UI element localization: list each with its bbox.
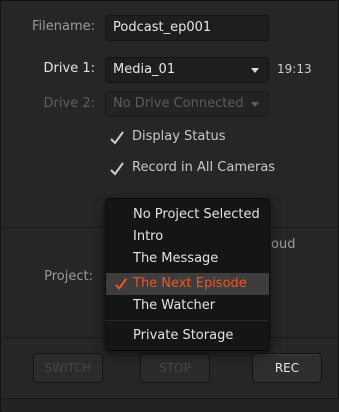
record-settings-panel: Filename: Podcast_ep001 Drive 1: Media_0… xyxy=(0,0,339,412)
footer-strip xyxy=(2,398,339,412)
dropdown-item[interactable]: The Message xyxy=(106,248,269,270)
chevron-down-icon xyxy=(251,102,259,107)
check-icon xyxy=(110,131,124,145)
dropdown-item[interactable]: Intro xyxy=(106,226,269,248)
rec-button[interactable]: REC xyxy=(252,353,322,383)
check-icon xyxy=(110,162,124,176)
drive1-value: Media_01 xyxy=(113,62,176,77)
project-dropdown-menu[interactable]: No Project Selected Intro The Message Th… xyxy=(105,198,270,351)
dropdown-item[interactable]: The Watcher xyxy=(106,295,269,317)
record-all-cameras-label: Record in All Cameras xyxy=(132,160,276,175)
switch-button[interactable]: SWITCH xyxy=(33,353,103,383)
dropdown-item-label: The Next Episode xyxy=(133,276,247,291)
display-status-label: Display Status xyxy=(132,129,226,144)
filename-field[interactable]: Podcast_ep001 xyxy=(105,15,269,41)
check-icon xyxy=(115,278,128,290)
dropdown-separator xyxy=(106,320,269,321)
dropdown-item-selected[interactable]: The Next Episode xyxy=(106,273,269,295)
drive1-remaining-time: 19:13 xyxy=(277,62,312,76)
drive2-value: No Drive Connected xyxy=(113,96,244,111)
dropdown-item[interactable]: Private Storage xyxy=(106,325,269,347)
drive2-label: Drive 2: xyxy=(43,96,95,111)
stop-button[interactable]: STOP xyxy=(140,353,210,383)
filename-label: Filename: xyxy=(31,19,95,34)
dropdown-item[interactable]: No Project Selected xyxy=(106,204,269,226)
obscured-option-text: oud xyxy=(271,237,296,252)
drive2-select: No Drive Connected xyxy=(105,91,269,117)
drive1-label: Drive 1: xyxy=(43,61,95,76)
drive1-select[interactable]: Media_01 xyxy=(105,57,269,83)
project-label: Project: xyxy=(44,269,93,284)
chevron-down-icon xyxy=(251,68,259,73)
